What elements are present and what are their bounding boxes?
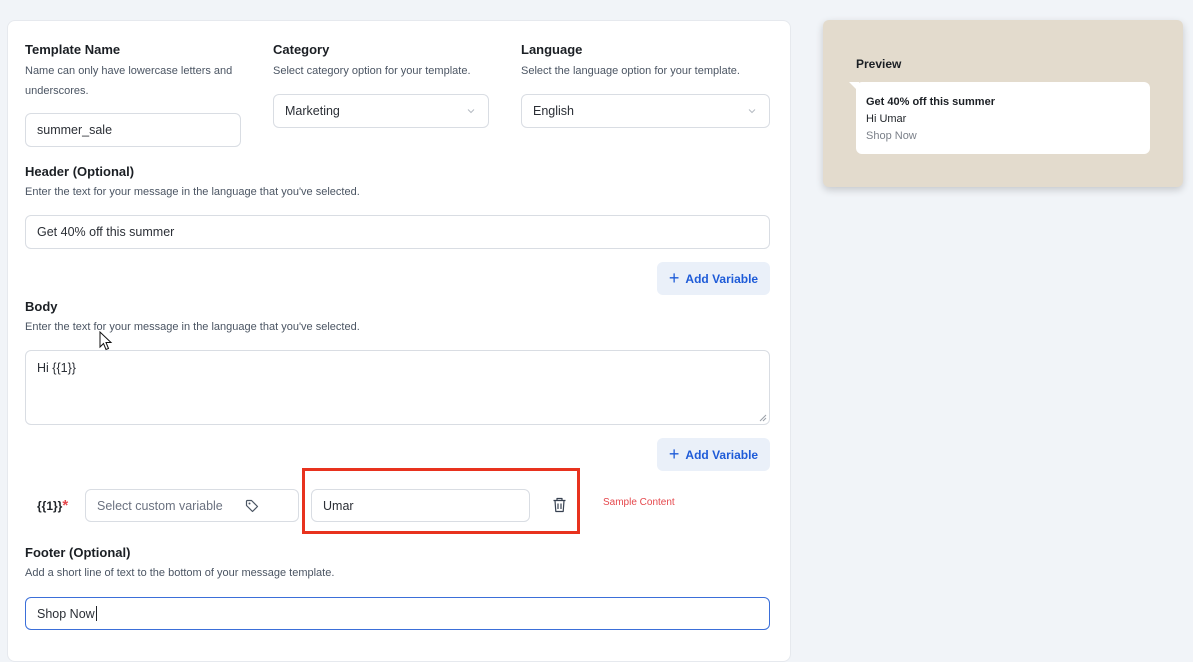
header-description: Enter the text for your message in the l… (25, 186, 360, 198)
custom-variable-placeholder: Select custom variable (97, 498, 223, 513)
template-form-card: Template Name Name can only have lowerca… (7, 20, 791, 662)
header-add-variable-button[interactable]: + Add Variable (657, 262, 770, 295)
body-add-variable-button[interactable]: + Add Variable (657, 438, 770, 471)
header-input[interactable]: Get 40% off this summer (25, 215, 770, 249)
preview-panel: Preview Get 40% off this summer Hi Umar … (823, 20, 1183, 187)
body-textarea[interactable]: Hi {{1}} (25, 350, 770, 425)
template-name-title: Template Name (25, 42, 121, 57)
resize-handle-icon[interactable] (759, 414, 767, 422)
body-add-variable-label: Add Variable (685, 447, 759, 462)
language-description: Select the language option for your temp… (521, 65, 740, 77)
footer-input[interactable]: Shop Now (25, 597, 770, 630)
variable-token-label: {{1}}* (37, 497, 68, 514)
text-cursor (95, 606, 97, 621)
plus-icon: + (668, 443, 680, 464)
template-name-input[interactable]: summer_sale (25, 113, 241, 147)
footer-title: Footer (Optional) (25, 545, 131, 560)
category-select-value: Marketing (285, 104, 340, 118)
footer-input-value: Shop Now (37, 606, 95, 621)
preview-body-line: Hi Umar (866, 113, 907, 125)
preview-footer-line: Shop Now (866, 130, 917, 142)
mouse-pointer-icon (99, 331, 113, 351)
body-textarea-value: Hi {{1}} (37, 361, 76, 375)
language-title: Language (521, 42, 583, 57)
variable-token: {{1}} (37, 499, 63, 513)
message-bubble: Get 40% off this summer Hi Umar Shop Now (856, 82, 1150, 154)
custom-variable-select[interactable]: Select custom variable (85, 489, 299, 522)
template-name-description: Name can only have lowercase letters and… (25, 65, 233, 97)
chevron-down-icon (748, 109, 756, 114)
required-mark: * (62, 497, 69, 514)
category-description: Select category option for your template… (273, 65, 471, 77)
preview-header-line: Get 40% off this summer (866, 96, 995, 108)
category-select[interactable]: Marketing (273, 94, 489, 128)
chevron-down-icon (467, 109, 475, 114)
header-title: Header (Optional) (25, 164, 135, 179)
tag-icon (245, 499, 259, 513)
header-add-variable-label: Add Variable (685, 271, 759, 286)
footer-description: Add a short line of text to the bottom o… (25, 567, 335, 579)
sample-value-input[interactable]: Umar (311, 489, 530, 522)
language-select[interactable]: English (521, 94, 770, 128)
sample-content-hint: Sample Content (603, 497, 675, 508)
language-select-value: English (533, 104, 574, 118)
body-description: Enter the text for your message in the l… (25, 321, 360, 333)
category-title: Category (273, 42, 330, 57)
plus-icon: + (668, 267, 680, 288)
body-title: Body (25, 299, 58, 314)
preview-title: Preview (856, 57, 902, 71)
trash-icon[interactable] (552, 497, 567, 513)
